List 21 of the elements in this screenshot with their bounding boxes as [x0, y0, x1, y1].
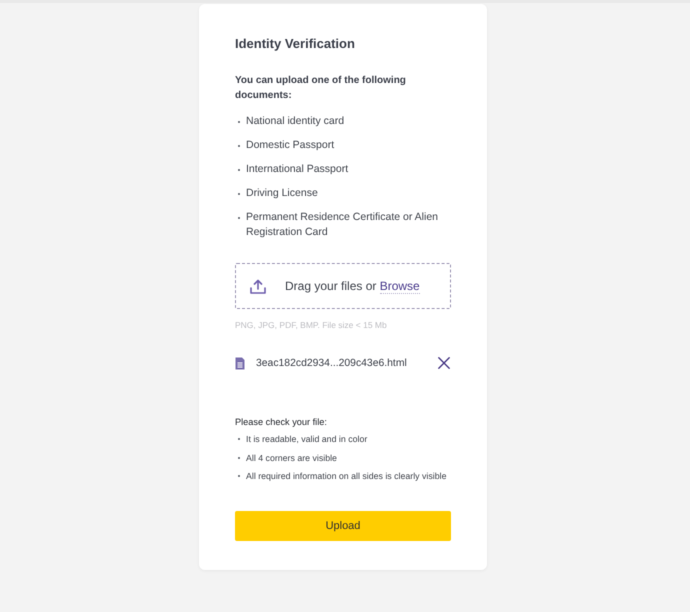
drop-zone-text: Drag your files or Browse [285, 279, 420, 293]
checklist-item: All 4 corners are visible [246, 452, 337, 464]
close-icon [438, 357, 450, 369]
browse-link[interactable]: Browse [380, 279, 420, 294]
card-title: Identity Verification [235, 35, 355, 53]
checklist-item: It is readable, valid and in color [246, 433, 368, 446]
upload-button[interactable]: Upload [235, 511, 451, 541]
file-format-hint: PNG, JPG, PDF, BMP. File size < 15 Mb [235, 319, 387, 331]
intro-text: You can upload one of the following documents: [235, 74, 407, 103]
document-type: Driving License [246, 186, 318, 201]
document-type: Domestic Passport [246, 138, 334, 153]
remove-file-button[interactable] [438, 357, 450, 369]
document-type: Permanent Residence Certificate or Alien Registration Card [246, 210, 440, 240]
checklist-title: Please check your file: [235, 416, 327, 429]
file-icon [235, 356, 245, 370]
document-type: International Passport [246, 162, 348, 177]
file-drop-zone[interactable]: Drag your files or Browse [235, 263, 451, 309]
checklist-item: All required information on all sides is clearly visible [246, 470, 446, 483]
file-name: 3eac182cd2934...209c43e6.html [256, 358, 408, 368]
upload-icon [250, 278, 266, 294]
document-type: National identity card [246, 114, 344, 129]
